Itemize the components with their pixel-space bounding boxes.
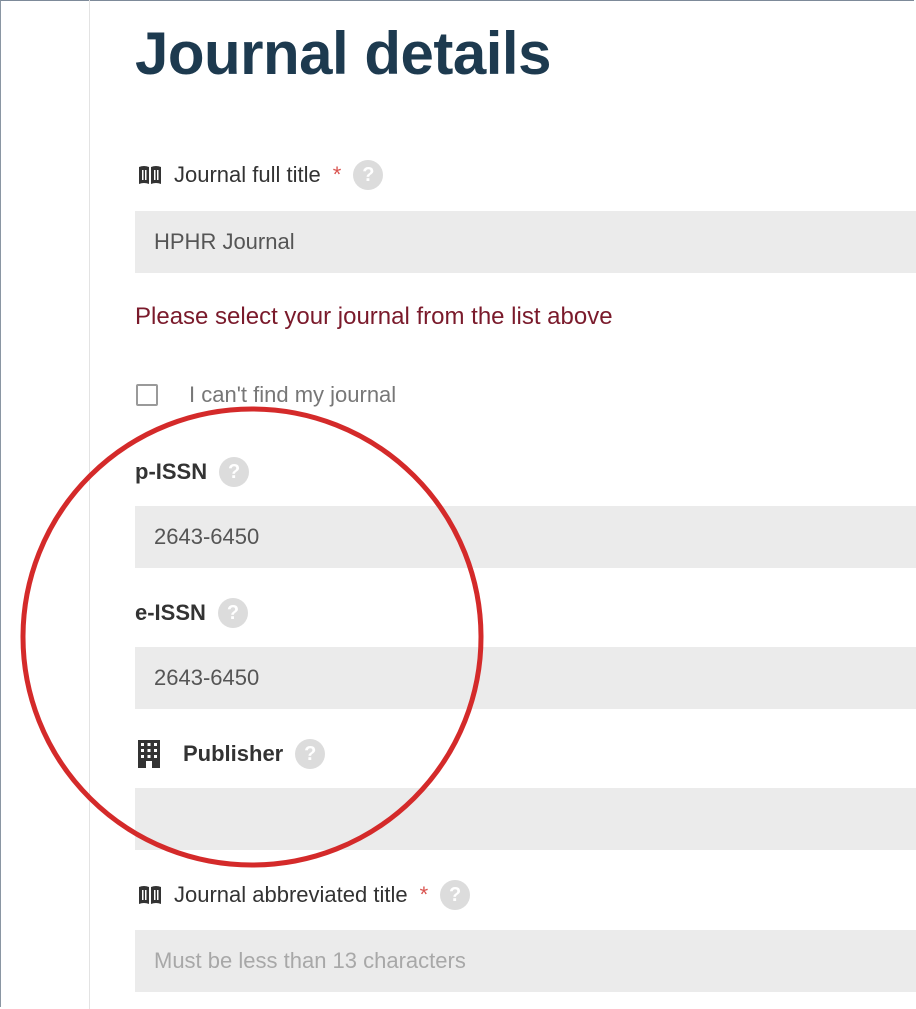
help-icon[interactable]: ? xyxy=(353,160,384,190)
left-divider xyxy=(89,0,90,1009)
journal-abbreviated-title-input[interactable] xyxy=(135,930,916,992)
journal-abbreviated-title-label-row: Journal abbreviated title * ? xyxy=(138,880,471,910)
p-issn-label: p-ISSN xyxy=(135,459,208,484)
journal-full-title-label-row: Journal full title * ? xyxy=(138,160,384,190)
e-issn-label-row: e-ISSN ? xyxy=(135,598,248,628)
journal-abbreviated-title-label: Journal abbreviated title xyxy=(174,882,408,907)
help-icon[interactable]: ? xyxy=(217,598,248,628)
cant-find-journal-label[interactable]: I can't find my journal xyxy=(189,382,396,408)
journal-full-title-input[interactable] xyxy=(135,211,916,273)
journal-error-message: Please select your journal from the list… xyxy=(135,303,613,330)
required-asterisk: * xyxy=(419,882,429,907)
book-icon xyxy=(138,885,162,905)
help-icon[interactable]: ? xyxy=(440,880,471,910)
window-frame xyxy=(0,0,914,1007)
e-issn-label: e-ISSN xyxy=(135,600,206,625)
cant-find-journal-row[interactable]: I can't find my journal xyxy=(136,380,396,410)
help-icon[interactable]: ? xyxy=(219,457,250,487)
publisher-label-row: Publisher ? xyxy=(137,739,326,769)
journal-full-title-label: Journal full title xyxy=(174,162,321,187)
building-icon xyxy=(137,739,161,769)
p-issn-label-row: p-ISSN ? xyxy=(135,457,250,487)
page-title: Journal details xyxy=(135,20,551,87)
e-issn-input[interactable] xyxy=(135,647,916,709)
required-asterisk: * xyxy=(332,162,342,187)
book-icon xyxy=(138,165,162,185)
cant-find-journal-checkbox[interactable] xyxy=(136,384,158,406)
help-icon[interactable]: ? xyxy=(295,739,326,769)
publisher-input[interactable] xyxy=(135,788,916,850)
publisher-label: Publisher xyxy=(183,741,284,766)
p-issn-input[interactable] xyxy=(135,506,916,568)
